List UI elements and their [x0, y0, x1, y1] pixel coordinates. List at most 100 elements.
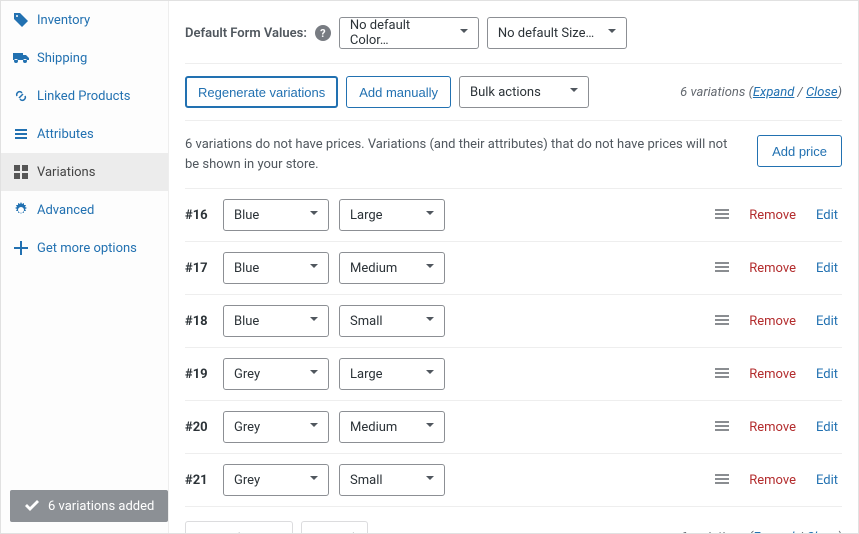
variation-row: #21 Grey Small Remove Edit	[185, 453, 842, 506]
variation-color-select[interactable]: Grey	[223, 464, 329, 496]
edit-link[interactable]: Edit	[812, 261, 842, 276]
variation-row: #20 Grey Medium Remove Edit	[185, 400, 842, 453]
default-form-values-label: Default Form Values:	[185, 26, 307, 41]
drag-handle-icon[interactable]	[711, 473, 733, 488]
remove-link[interactable]: Remove	[743, 208, 802, 223]
sidebar-item-advanced[interactable]: Advanced	[1, 191, 168, 229]
sidebar-item-label: Variations	[37, 165, 95, 180]
cancel-button[interactable]: Cancel	[301, 521, 367, 533]
add-price-button[interactable]: Add price	[757, 135, 842, 167]
variation-color-select[interactable]: Blue	[223, 252, 329, 284]
chevron-down-icon	[606, 25, 618, 41]
edit-link[interactable]: Edit	[812, 314, 842, 329]
notice-text: 6 variations do not have prices. Variati…	[185, 135, 741, 174]
sidebar-item-label: Shipping	[37, 51, 87, 66]
variation-row: #17 Blue Medium Remove Edit	[185, 241, 842, 294]
chevron-down-icon	[424, 419, 436, 435]
select-value: Large	[350, 208, 383, 223]
save-changes-button[interactable]: Save changes	[185, 521, 293, 533]
regenerate-variations-button[interactable]: Regenerate variations	[185, 76, 338, 108]
variation-id: #16	[185, 208, 213, 223]
variations-count-bottom: 6 variations (Expand / Close)	[680, 530, 842, 534]
variation-color-select[interactable]: Blue	[223, 305, 329, 337]
footer: Save changes Cancel 6 variations (Expand…	[185, 506, 842, 533]
variations-toolbar: Regenerate variations Add manually Bulk …	[185, 63, 842, 120]
toast-notification: 6 variations added	[10, 490, 168, 522]
tag-icon	[13, 12, 29, 28]
sidebar-item-label: Inventory	[37, 13, 90, 28]
edit-link[interactable]: Edit	[812, 473, 842, 488]
variation-size-select[interactable]: Small	[339, 464, 445, 496]
sidebar-item-shipping[interactable]: Shipping	[1, 39, 168, 77]
expand-link[interactable]: Expand	[753, 530, 794, 534]
chevron-down-icon	[568, 84, 580, 100]
select-value: Medium	[350, 420, 397, 435]
chevron-down-icon	[424, 260, 436, 276]
sidebar-item-linked-products[interactable]: Linked Products	[1, 77, 168, 115]
variation-id: #19	[185, 367, 213, 382]
drag-handle-icon[interactable]	[711, 420, 733, 435]
sidebar-item-attributes[interactable]: Attributes	[1, 115, 168, 153]
variation-row: #19 Grey Large Remove Edit	[185, 347, 842, 400]
select-value: Blue	[234, 314, 259, 329]
select-value: No default Size…	[498, 26, 594, 41]
select-value: No default Color…	[350, 18, 450, 48]
drag-handle-icon[interactable]	[711, 314, 733, 329]
chevron-down-icon	[424, 313, 436, 329]
drag-handle-icon[interactable]	[711, 367, 733, 382]
expand-link[interactable]: Expand	[753, 85, 794, 100]
sidebar-item-get-more[interactable]: Get more options	[1, 229, 168, 267]
variation-color-select[interactable]: Blue	[223, 199, 329, 231]
variation-size-select[interactable]: Medium	[339, 411, 445, 443]
help-icon[interactable]: ?	[315, 25, 331, 41]
sidebar-item-label: Advanced	[37, 203, 94, 218]
variation-size-select[interactable]: Medium	[339, 252, 445, 284]
select-value: Blue	[234, 208, 259, 223]
edit-link[interactable]: Edit	[812, 367, 842, 382]
remove-link[interactable]: Remove	[743, 473, 802, 488]
add-manually-button[interactable]: Add manually	[346, 76, 451, 108]
variation-color-select[interactable]: Grey	[223, 358, 329, 390]
select-value: Bulk actions	[470, 85, 541, 100]
toast-text: 6 variations added	[48, 499, 154, 514]
chevron-down-icon	[308, 366, 320, 382]
variation-id: #21	[185, 473, 213, 488]
chevron-down-icon	[424, 366, 436, 382]
select-value: Grey	[234, 367, 260, 382]
close-link[interactable]: Close	[806, 530, 838, 534]
bulk-actions-select[interactable]: Bulk actions	[459, 76, 589, 108]
chevron-down-icon	[308, 207, 320, 223]
select-value: Large	[350, 367, 383, 382]
remove-link[interactable]: Remove	[743, 314, 802, 329]
select-value: Blue	[234, 261, 259, 276]
variations-count-top: 6 variations (Expand / Close)	[680, 85, 842, 100]
sidebar-item-inventory[interactable]: Inventory	[1, 1, 168, 39]
sidebar-item-variations[interactable]: Variations	[1, 153, 168, 191]
remove-link[interactable]: Remove	[743, 261, 802, 276]
remove-link[interactable]: Remove	[743, 367, 802, 382]
select-value: Grey	[234, 420, 260, 435]
select-value: Small	[350, 314, 383, 329]
select-value: Medium	[350, 261, 397, 276]
variation-color-select[interactable]: Grey	[223, 411, 329, 443]
variation-size-select[interactable]: Large	[339, 199, 445, 231]
drag-handle-icon[interactable]	[711, 261, 733, 276]
close-link[interactable]: Close	[806, 85, 838, 100]
grid-icon	[13, 164, 29, 180]
sidebar-item-label: Get more options	[37, 241, 137, 256]
variation-id: #20	[185, 420, 213, 435]
chevron-down-icon	[424, 207, 436, 223]
plus-icon	[13, 240, 29, 256]
variation-id: #17	[185, 261, 213, 276]
remove-link[interactable]: Remove	[743, 420, 802, 435]
default-form-values-row: Default Form Values: ? No default Color……	[185, 11, 842, 63]
drag-handle-icon[interactable]	[711, 208, 733, 223]
default-size-select[interactable]: No default Size…	[487, 17, 627, 49]
edit-link[interactable]: Edit	[812, 208, 842, 223]
edit-link[interactable]: Edit	[812, 420, 842, 435]
variation-size-select[interactable]: Large	[339, 358, 445, 390]
default-color-select[interactable]: No default Color…	[339, 17, 479, 49]
sidebar-item-label: Linked Products	[37, 89, 130, 104]
variation-size-select[interactable]: Small	[339, 305, 445, 337]
chevron-down-icon	[308, 260, 320, 276]
